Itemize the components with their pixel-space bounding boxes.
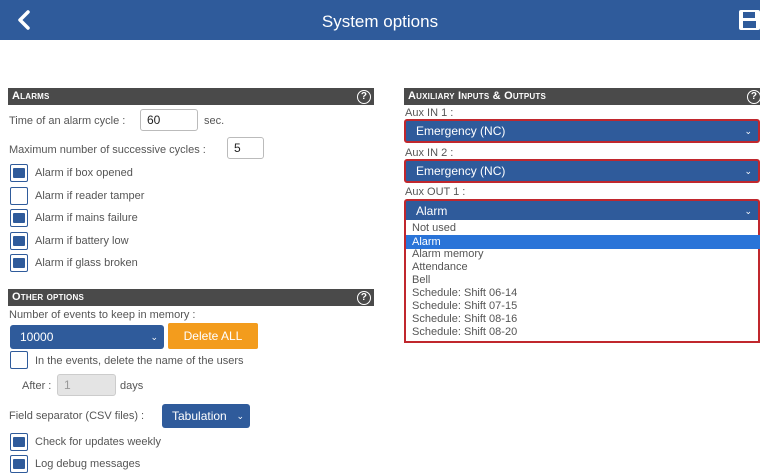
- events-count-label: Number of events to keep in memory :: [9, 309, 196, 321]
- aux-title: Auxiliary Inputs & Outputs: [408, 90, 547, 102]
- alarm-glass-broken-checkbox[interactable]: [10, 254, 28, 272]
- aux-in2-select[interactable]: Emergency (NC) ⌄: [404, 159, 760, 183]
- log-debug-checkbox[interactable]: [10, 455, 28, 473]
- page-title: System options: [321, 12, 439, 31]
- chevron-down-icon: ⌄: [744, 166, 752, 176]
- chevron-down-icon: ⌄: [150, 332, 158, 342]
- aux-in2-value: Emergency (NC): [416, 164, 506, 178]
- alarm-battery-low-label: Alarm if battery low: [35, 235, 129, 247]
- help-icon[interactable]: ?: [747, 90, 760, 104]
- aux-in2-label: Aux IN 2 :: [405, 147, 454, 159]
- alarms-section-header: Alarms ?: [8, 88, 374, 105]
- delete-user-names-checkbox[interactable]: [10, 351, 28, 369]
- dropdown-option-shift-07-15[interactable]: Schedule: Shift 07-15: [412, 300, 517, 312]
- other-options-title: Other options: [12, 291, 84, 303]
- alarm-cycle-label: Time of an alarm cycle :: [9, 115, 126, 127]
- delete-user-names-label: In the events, delete the name of the us…: [35, 355, 244, 367]
- events-count-value: 10000: [20, 330, 54, 344]
- dropdown-option-alarm[interactable]: Alarm: [406, 235, 760, 249]
- dropdown-option-attendance[interactable]: Attendance: [412, 261, 468, 273]
- field-separator-select[interactable]: Tabulation ⌄: [162, 404, 250, 428]
- alarm-glass-broken-label: Alarm if glass broken: [35, 257, 138, 269]
- aux-in1-value: Emergency (NC): [416, 124, 506, 138]
- help-icon[interactable]: ?: [357, 90, 371, 104]
- dropdown-option-shift-08-16[interactable]: Schedule: Shift 08-16: [412, 313, 517, 325]
- after-days-unit: days: [120, 380, 144, 392]
- alarm-battery-low-checkbox[interactable]: [10, 232, 28, 250]
- alarm-cycle-unit: sec.: [204, 115, 225, 127]
- alarm-cycle-input[interactable]: 60: [140, 109, 198, 131]
- events-count-select[interactable]: 10000 ⌄: [10, 325, 164, 349]
- alarm-box-opened-label: Alarm if box opened: [35, 167, 133, 179]
- aux-in1-select[interactable]: Emergency (NC) ⌄: [404, 119, 760, 143]
- other-options-section-header: Other options ?: [8, 289, 374, 306]
- after-days-input[interactable]: 1: [57, 374, 116, 396]
- field-separator-label: Field separator (CSV files) :: [9, 410, 145, 422]
- after-label: After :: [22, 380, 52, 392]
- alarm-mains-failure-label: Alarm if mains failure: [35, 212, 138, 224]
- field-separator-value: Tabulation: [172, 409, 227, 423]
- max-cycles-input[interactable]: 5: [227, 137, 264, 159]
- delete-all-button[interactable]: Delete ALL: [168, 323, 258, 349]
- max-cycles-label: Maximum number of successive cycles :: [9, 144, 206, 156]
- aux-section-header: Auxiliary Inputs & Outputs ?: [404, 88, 760, 105]
- alarm-reader-tamper-checkbox[interactable]: [10, 187, 28, 205]
- check-updates-label: Check for updates weekly: [35, 436, 161, 448]
- chevron-down-icon: ⌄: [744, 206, 752, 216]
- top-bar: System options: [0, 0, 760, 40]
- save-button[interactable]: [737, 8, 760, 32]
- aux-out1-dropdown-list: Not used Alarm Alarm memory Attendance B…: [404, 220, 760, 343]
- aux-out1-value: Alarm: [416, 204, 448, 218]
- aux-out1-label: Aux OUT 1 :: [405, 186, 466, 198]
- dropdown-option-alarm-memory[interactable]: Alarm memory: [412, 248, 484, 260]
- dropdown-option-not-used[interactable]: Not used: [412, 222, 456, 234]
- dropdown-option-shift-06-14[interactable]: Schedule: Shift 06-14: [412, 287, 517, 299]
- alarm-box-opened-checkbox[interactable]: [10, 164, 28, 182]
- dropdown-option-shift-08-20[interactable]: Schedule: Shift 08-20: [412, 326, 517, 338]
- check-updates-checkbox[interactable]: [10, 433, 28, 451]
- chevron-down-icon: ⌄: [236, 411, 244, 421]
- alarms-title: Alarms: [12, 90, 50, 102]
- alarm-mains-failure-checkbox[interactable]: [10, 209, 28, 227]
- log-debug-label: Log debug messages: [35, 458, 141, 470]
- aux-in1-label: Aux IN 1 :: [405, 107, 454, 119]
- dropdown-option-bell[interactable]: Bell: [412, 274, 430, 286]
- chevron-down-icon: ⌄: [744, 126, 752, 136]
- save-icon: [739, 10, 760, 30]
- help-icon[interactable]: ?: [357, 291, 371, 305]
- alarm-reader-tamper-label: Alarm if reader tamper: [35, 190, 145, 202]
